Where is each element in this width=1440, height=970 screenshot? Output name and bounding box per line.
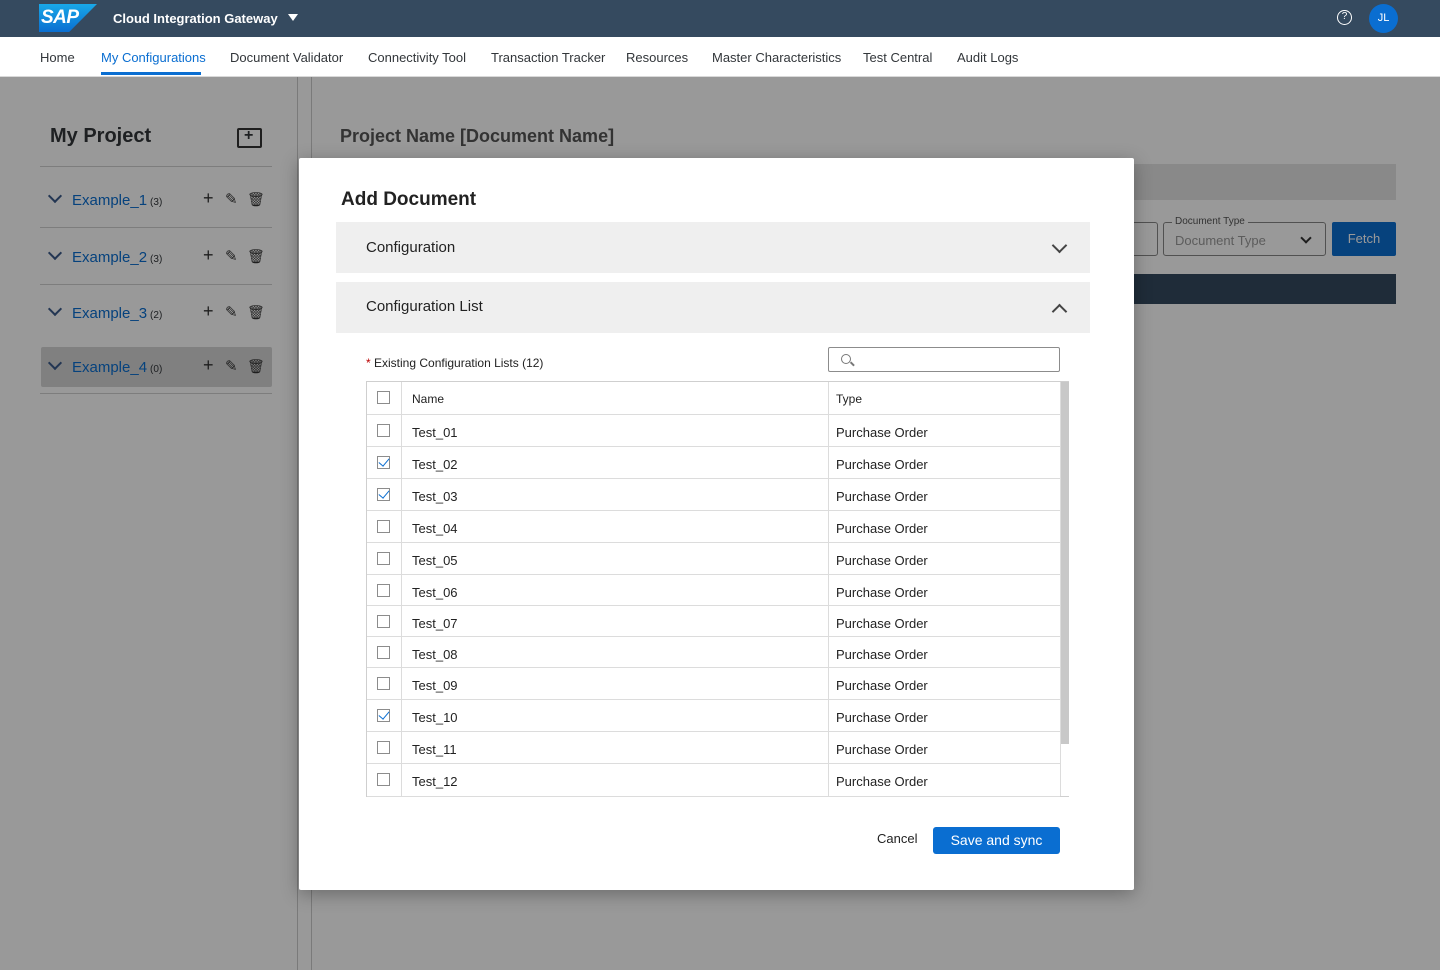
existing-lists-label: * Existing Configuration Lists (12) <box>366 356 543 370</box>
row-name: Test_10 <box>412 710 458 725</box>
row-type: Purchase Order <box>836 774 928 789</box>
row-name: Test_01 <box>412 425 458 440</box>
tab-test-central[interactable]: Test Central <box>863 50 932 65</box>
panel-title: Configuration <box>366 239 456 256</box>
configuration-panel-header[interactable]: Configuration <box>336 222 1090 273</box>
search-input[interactable] <box>828 347 1060 372</box>
row-name: Test_12 <box>412 774 458 789</box>
table-row[interactable]: Test_12 Purchase Order <box>367 764 1060 797</box>
row-name: Test_06 <box>412 585 458 600</box>
row-type: Purchase Order <box>836 678 928 693</box>
panel-title: Configuration List <box>366 298 483 315</box>
table-row[interactable]: Test_07 Purchase Order <box>367 606 1060 637</box>
required-marker: * <box>366 356 371 370</box>
help-icon[interactable]: ? <box>1337 10 1352 25</box>
tab-home[interactable]: Home <box>40 50 75 65</box>
row-checkbox[interactable] <box>377 741 390 754</box>
row-checkbox[interactable] <box>377 456 390 469</box>
row-type: Purchase Order <box>836 553 928 568</box>
table-row[interactable]: Test_01 Purchase Order <box>367 415 1060 447</box>
table-row[interactable]: Test_02 Purchase Order <box>367 447 1060 479</box>
column-header-type[interactable]: Type <box>836 392 862 406</box>
row-checkbox[interactable] <box>377 584 390 597</box>
scroll-thumb[interactable] <box>1061 382 1069 744</box>
row-checkbox[interactable] <box>377 677 390 690</box>
configuration-table: Name Type Test_01 Purchase Order Test_02 Pu… <box>366 381 1069 797</box>
row-name: Test_08 <box>412 647 458 662</box>
table-row[interactable]: Test_09 Purchase Order <box>367 668 1060 700</box>
table-row[interactable]: Test_03 Purchase Order <box>367 479 1060 511</box>
row-checkbox[interactable] <box>377 773 390 786</box>
row-type: Purchase Order <box>836 425 928 440</box>
table-header-row: Name Type <box>367 382 1060 415</box>
table-row[interactable]: Test_05 Purchase Order <box>367 543 1060 575</box>
row-name: Test_07 <box>412 616 458 631</box>
tab-transaction-tracker[interactable]: Transaction Tracker <box>491 50 605 65</box>
table-scrollbar[interactable] <box>1060 382 1069 796</box>
active-tab-indicator <box>101 72 201 75</box>
row-type: Purchase Order <box>836 521 928 536</box>
row-checkbox[interactable] <box>377 488 390 501</box>
logo-text: SAP <box>41 7 79 28</box>
tab-resources[interactable]: Resources <box>626 50 688 65</box>
table-row[interactable]: Test_08 Purchase Order <box>367 637 1060 668</box>
caret-down-icon[interactable] <box>288 14 298 21</box>
tab-document-validator[interactable]: Document Validator <box>230 50 343 65</box>
row-name: Test_03 <box>412 489 458 504</box>
app-title: Cloud Integration Gateway <box>113 11 278 26</box>
row-name: Test_04 <box>412 521 458 536</box>
sap-logo[interactable]: SAP <box>39 4 97 32</box>
row-checkbox[interactable] <box>377 520 390 533</box>
table-row[interactable]: Test_04 Purchase Order <box>367 511 1060 543</box>
row-name: Test_02 <box>412 457 458 472</box>
row-type: Purchase Order <box>836 489 928 504</box>
row-type: Purchase Order <box>836 616 928 631</box>
column-header-name[interactable]: Name <box>412 392 444 406</box>
tab-my-configurations[interactable]: My Configurations <box>101 50 206 65</box>
configuration-list-panel-header[interactable]: Configuration List <box>336 282 1090 333</box>
row-type: Purchase Order <box>836 742 928 757</box>
row-type: Purchase Order <box>836 585 928 600</box>
tab-master-characteristics[interactable]: Master Characteristics <box>712 50 841 65</box>
dialog-title: Add Document <box>341 189 477 210</box>
chevron-down-icon[interactable] <box>1051 237 1068 254</box>
save-and-sync-button[interactable]: Save and sync <box>933 827 1060 854</box>
row-checkbox[interactable] <box>377 424 390 437</box>
tab-connectivity-tool[interactable]: Connectivity Tool <box>368 50 466 65</box>
row-type: Purchase Order <box>836 457 928 472</box>
table-row[interactable]: Test_06 Purchase Order <box>367 575 1060 606</box>
avatar[interactable]: JL <box>1369 4 1398 33</box>
row-type: Purchase Order <box>836 647 928 662</box>
row-name: Test_09 <box>412 678 458 693</box>
row-checkbox[interactable] <box>377 552 390 565</box>
cancel-button[interactable]: Cancel <box>877 831 917 846</box>
row-name: Test_11 <box>412 742 457 757</box>
search-icon <box>841 354 851 364</box>
add-document-dialog: Add Document Configuration Configuration… <box>299 158 1134 890</box>
row-type: Purchase Order <box>836 710 928 725</box>
shell-bar: SAP Cloud Integration Gateway ? JL <box>0 0 1440 37</box>
chevron-up-icon[interactable] <box>1051 303 1068 320</box>
row-checkbox[interactable] <box>377 615 390 628</box>
nav-bar: Home My Configurations Document Validato… <box>0 37 1440 77</box>
row-checkbox[interactable] <box>377 646 390 659</box>
tab-audit-logs[interactable]: Audit Logs <box>957 50 1018 65</box>
list-label-text: Existing Configuration Lists (12) <box>374 356 544 370</box>
row-checkbox[interactable] <box>377 709 390 722</box>
select-all-checkbox[interactable] <box>377 391 390 404</box>
row-name: Test_05 <box>412 553 458 568</box>
table-row[interactable]: Test_10 Purchase Order <box>367 700 1060 732</box>
table-row[interactable]: Test_11 Purchase Order <box>367 732 1060 764</box>
